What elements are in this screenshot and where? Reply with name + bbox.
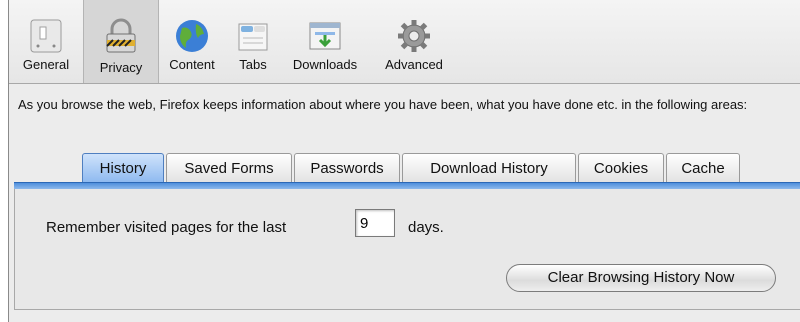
preferences-window: General Privacy Content Tabs Downloads A… <box>0 0 800 322</box>
tab-download-history[interactable]: Download History <box>402 153 576 182</box>
padlock-icon <box>106 18 136 53</box>
toolbar-label: General <box>22 57 70 72</box>
tab-bar-rule <box>14 182 800 189</box>
preferences-toolbar: General Privacy Content Tabs Downloads A… <box>9 0 800 84</box>
toolbar-item-privacy[interactable]: Privacy <box>83 0 159 83</box>
days-unit-label: days. <box>408 219 444 236</box>
tab-cache[interactable]: Cache <box>666 153 740 182</box>
tabs-icon <box>238 23 268 51</box>
toolbar-item-advanced[interactable]: Advanced <box>371 8 457 80</box>
toolbar-item-downloads[interactable]: Downloads <box>279 8 371 80</box>
toolbar-label: Privacy <box>99 60 143 75</box>
tab-saved-forms[interactable]: Saved Forms <box>166 153 292 182</box>
remember-label: Remember visited pages for the last <box>46 219 287 236</box>
toolbar-label: Downloads <box>292 57 358 72</box>
toolbar-item-content[interactable]: Content <box>157 8 227 80</box>
gear-icon <box>398 20 430 52</box>
downloads-icon <box>309 22 341 50</box>
switch-icon <box>30 19 62 53</box>
tab-cookies[interactable]: Cookies <box>578 153 664 182</box>
toolbar-label: Content <box>169 57 215 72</box>
toolbar-item-tabs[interactable]: Tabs <box>227 8 279 80</box>
intro-text: As you browse the web, Firefox keeps inf… <box>18 97 748 112</box>
tab-history[interactable]: History <box>82 153 164 182</box>
window-frame <box>0 0 9 322</box>
days-input[interactable] <box>355 209 395 237</box>
toolbar-label: Advanced <box>385 57 443 72</box>
clear-history-button[interactable]: Clear Browsing History Now <box>506 264 776 292</box>
tab-passwords[interactable]: Passwords <box>294 153 400 182</box>
toolbar-label: Tabs <box>239 57 267 72</box>
globe-icon <box>176 20 208 52</box>
toolbar-item-general[interactable]: General <box>9 8 83 80</box>
